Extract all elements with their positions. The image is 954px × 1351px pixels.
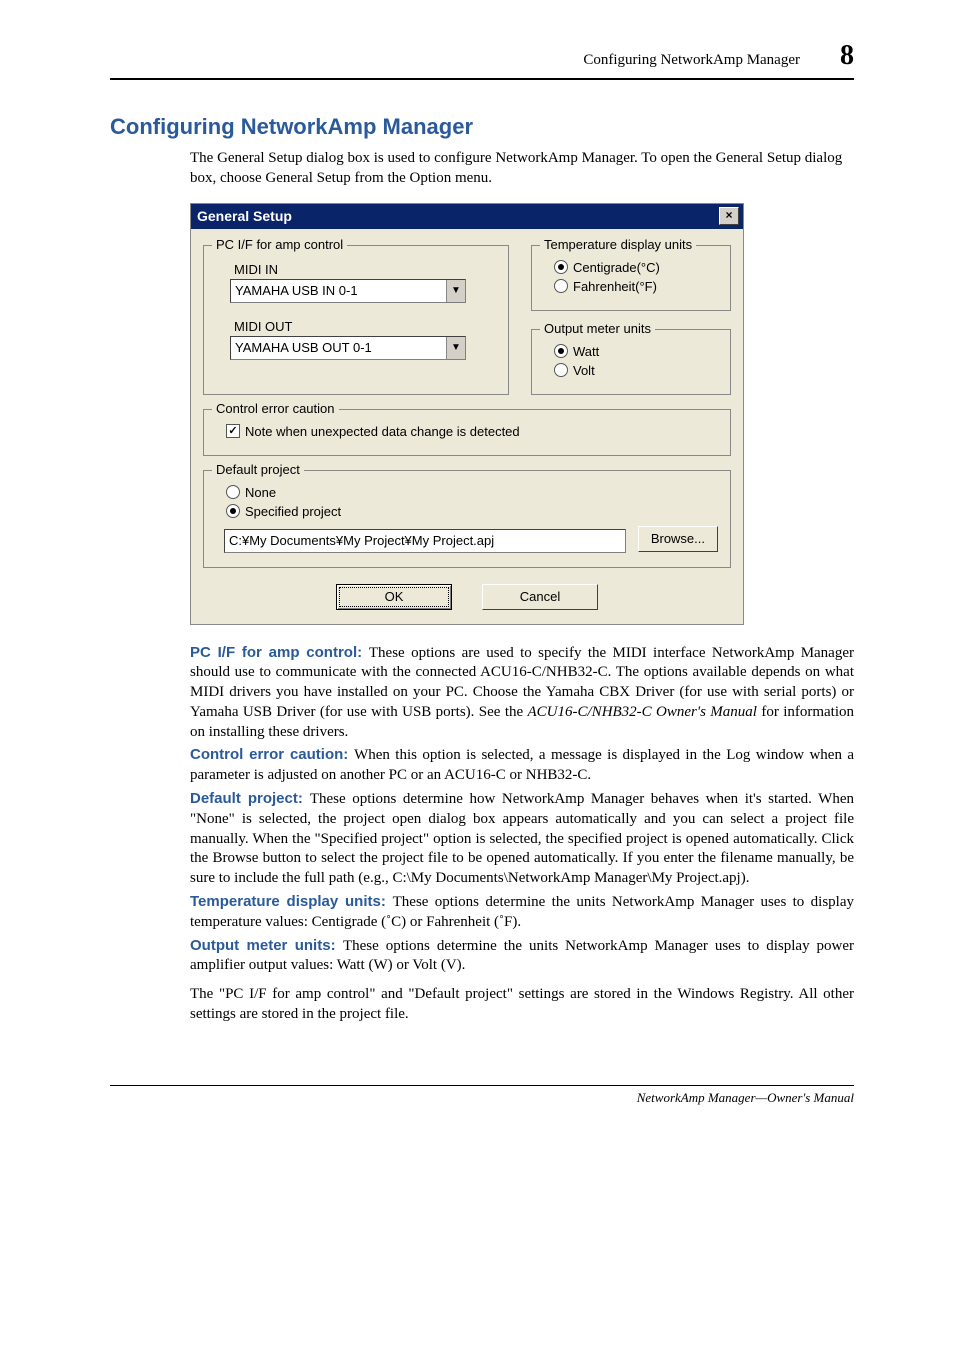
error-caution-paragraph: Control error caution: When this option … bbox=[190, 745, 854, 786]
chevron-down-icon[interactable]: ▼ bbox=[446, 280, 465, 302]
temperature-group: Temperature display units Centigrade(°C)… bbox=[531, 245, 731, 311]
chevron-down-icon[interactable]: ▼ bbox=[446, 337, 465, 359]
error-caution-runhead: Control error caution: bbox=[190, 746, 354, 763]
pcif-legend: PC I/F for amp control bbox=[212, 237, 347, 252]
midi-out-select[interactable]: YAMAHA USB OUT 0-1 ▼ bbox=[230, 336, 466, 360]
radio-volt[interactable]: Volt bbox=[554, 363, 718, 378]
midi-out-label: MIDI OUT bbox=[234, 319, 496, 334]
ok-button[interactable]: OK bbox=[336, 584, 452, 610]
project-path-field[interactable]: C:¥My Documents¥My Project¥My Project.ap… bbox=[224, 529, 626, 553]
pcif-runhead: PC I/F for amp control: bbox=[190, 644, 369, 661]
browse-button[interactable]: Browse... bbox=[638, 526, 718, 552]
meter-legend: Output meter units bbox=[540, 321, 655, 336]
default-project-runhead: Default project: bbox=[190, 790, 310, 807]
dialog-title: General Setup bbox=[197, 208, 292, 224]
error-caution-legend: Control error caution bbox=[212, 401, 339, 416]
meter-paragraph: Output meter units: These options determ… bbox=[190, 936, 854, 977]
meter-runhead: Output meter units: bbox=[190, 937, 343, 954]
radio-fahrenheit[interactable]: Fahrenheit(°F) bbox=[554, 279, 718, 294]
midi-in-value: YAMAHA USB IN 0-1 bbox=[235, 283, 358, 298]
default-project-group: Default project None Specified project C… bbox=[203, 470, 731, 568]
radio-none[interactable]: None bbox=[226, 485, 718, 500]
radio-icon bbox=[554, 344, 568, 358]
pcif-group: PC I/F for amp control MIDI IN YAMAHA US… bbox=[203, 245, 509, 395]
intro-paragraph: The General Setup dialog box is used to … bbox=[190, 148, 854, 189]
default-project-paragraph: Default project: These options determine… bbox=[190, 789, 854, 889]
radio-icon bbox=[226, 504, 240, 518]
page-footer: NetworkAmp Manager—Owner's Manual bbox=[110, 1085, 854, 1106]
temperature-legend: Temperature display units bbox=[540, 237, 696, 252]
temperature-paragraph: Temperature display units: These options… bbox=[190, 892, 854, 933]
radio-icon bbox=[554, 279, 568, 293]
registry-note-paragraph: The "PC I/F for amp control" and "Defaul… bbox=[190, 985, 854, 1025]
radio-centigrade[interactable]: Centigrade(°C) bbox=[554, 260, 718, 275]
header-chapter: Configuring NetworkAmp Manager bbox=[583, 52, 800, 69]
radio-icon bbox=[554, 363, 568, 377]
pcif-paragraph: PC I/F for amp control: These options ar… bbox=[190, 643, 854, 743]
meter-group: Output meter units Watt Volt bbox=[531, 329, 731, 395]
error-caution-group: Control error caution Note when unexpect… bbox=[203, 409, 731, 456]
general-setup-dialog: General Setup × PC I/F for amp control M… bbox=[190, 203, 744, 625]
close-icon[interactable]: × bbox=[719, 207, 739, 225]
midi-in-select[interactable]: YAMAHA USB IN 0-1 ▼ bbox=[230, 279, 466, 303]
dialog-titlebar: General Setup × bbox=[191, 204, 743, 229]
radio-icon bbox=[226, 485, 240, 499]
page-number: 8 bbox=[840, 40, 854, 72]
section-title: Configuring NetworkAmp Manager bbox=[110, 114, 854, 140]
radio-watt[interactable]: Watt bbox=[554, 344, 718, 359]
temperature-runhead: Temperature display units: bbox=[190, 893, 393, 910]
midi-in-label: MIDI IN bbox=[234, 262, 496, 277]
page-header: Configuring NetworkAmp Manager 8 bbox=[110, 40, 854, 80]
cancel-button[interactable]: Cancel bbox=[482, 584, 598, 610]
checkbox-icon bbox=[226, 424, 240, 438]
default-project-legend: Default project bbox=[212, 462, 304, 477]
radio-specified[interactable]: Specified project bbox=[226, 504, 718, 519]
midi-out-value: YAMAHA USB OUT 0-1 bbox=[235, 340, 372, 355]
note-change-checkbox[interactable]: Note when unexpected data change is dete… bbox=[226, 424, 718, 439]
radio-icon bbox=[554, 260, 568, 274]
